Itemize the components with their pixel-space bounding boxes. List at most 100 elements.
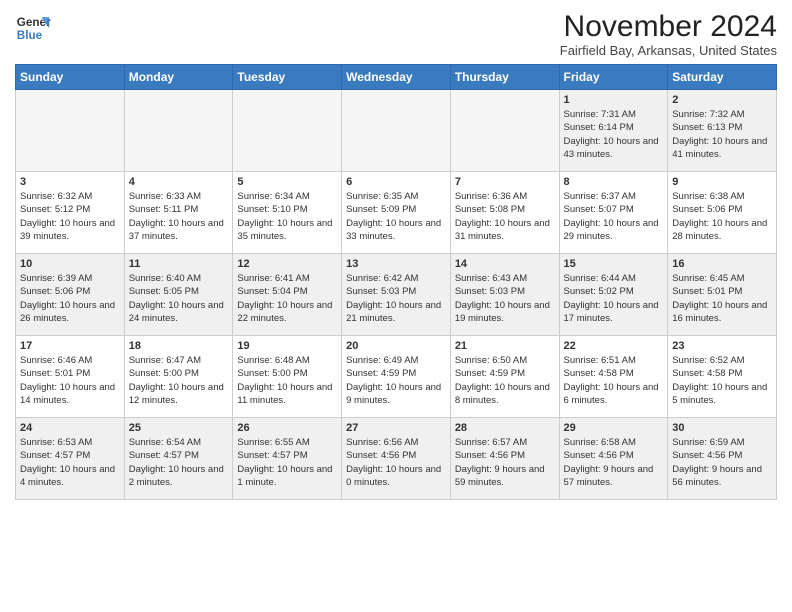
day-info: Sunrise: 6:55 AMSunset: 4:57 PMDaylight:… — [237, 436, 337, 489]
table-row: 14 Sunrise: 6:43 AMSunset: 5:03 PMDayligh… — [450, 254, 559, 336]
day-info: Sunrise: 7:32 AMSunset: 6:13 PMDaylight:… — [672, 108, 772, 161]
table-row: 19 Sunrise: 6:48 AMSunset: 5:00 PMDayligh… — [233, 336, 342, 418]
day-number: 9 — [672, 176, 772, 188]
day-info: Sunrise: 6:44 AMSunset: 5:02 PMDaylight:… — [564, 272, 664, 325]
col-tuesday: Tuesday — [233, 65, 342, 90]
day-number: 8 — [564, 176, 664, 188]
col-thursday: Thursday — [450, 65, 559, 90]
table-row: 11 Sunrise: 6:40 AMSunset: 5:05 PMDayligh… — [124, 254, 233, 336]
location: Fairfield Bay, Arkansas, United States — [560, 43, 777, 58]
day-info: Sunrise: 6:57 AMSunset: 4:56 PMDaylight:… — [455, 436, 555, 489]
table-row: 29 Sunrise: 6:58 AMSunset: 4:56 PMDayligh… — [559, 418, 668, 500]
day-info: Sunrise: 6:53 AMSunset: 4:57 PMDaylight:… — [20, 436, 120, 489]
table-row: 20 Sunrise: 6:49 AMSunset: 4:59 PMDayligh… — [342, 336, 451, 418]
table-row: 6 Sunrise: 6:35 AMSunset: 5:09 PMDaylight… — [342, 172, 451, 254]
day-info: Sunrise: 6:43 AMSunset: 5:03 PMDaylight:… — [455, 272, 555, 325]
table-row: 8Sunrise: 6:37 AMSunset: 5:07 PMDaylight… — [559, 172, 668, 254]
day-info: Sunrise: 6:40 AMSunset: 5:05 PMDaylight:… — [129, 272, 229, 325]
table-row: 22 Sunrise: 6:51 AMSunset: 4:58 PMDayligh… — [559, 336, 668, 418]
day-number: 25 — [129, 422, 229, 434]
day-number: 4 — [129, 176, 229, 188]
table-row: 2 Sunrise: 7:32 AMSunset: 6:13 PMDaylight… — [668, 90, 777, 172]
day-info: Sunrise: 6:36 AMSunset: 5:08 PMDaylight:… — [455, 190, 555, 243]
table-row — [450, 90, 559, 172]
calendar-table: Sunday Monday Tuesday Wednesday Thursday… — [15, 64, 777, 500]
day-info: Sunrise: 6:34 AMSunset: 5:10 PMDaylight:… — [237, 190, 337, 243]
table-row: 12Sunrise: 6:41 AMSunset: 5:04 PMDayligh… — [233, 254, 342, 336]
calendar-week-row: 1 Sunrise: 7:31 AMSunset: 6:14 PMDaylight… — [16, 90, 777, 172]
day-number: 16 — [672, 258, 772, 270]
col-saturday: Saturday — [668, 65, 777, 90]
table-row: 15 Sunrise: 6:44 AMSunset: 5:02 PMDayligh… — [559, 254, 668, 336]
table-row: 9Sunrise: 6:38 AMSunset: 5:06 PMDaylight… — [668, 172, 777, 254]
table-row — [16, 90, 125, 172]
day-info: Sunrise: 6:47 AMSunset: 5:00 PMDaylight:… — [129, 354, 229, 407]
day-info: Sunrise: 7:31 AMSunset: 6:14 PMDaylight:… — [564, 108, 664, 161]
day-number: 21 — [455, 340, 555, 352]
day-info: Sunrise: 6:50 AMSunset: 4:59 PMDaylight:… — [455, 354, 555, 407]
day-number: 19 — [237, 340, 337, 352]
table-row: 13 Sunrise: 6:42 AMSunset: 5:03 PMDayligh… — [342, 254, 451, 336]
day-info: Sunrise: 6:48 AMSunset: 5:00 PMDaylight:… — [237, 354, 337, 407]
day-number: 13 — [346, 258, 446, 270]
table-row: 5 Sunrise: 6:34 AMSunset: 5:10 PMDaylight… — [233, 172, 342, 254]
table-row — [233, 90, 342, 172]
day-number: 29 — [564, 422, 664, 434]
day-number: 3 — [20, 176, 120, 188]
day-info: Sunrise: 6:42 AMSunset: 5:03 PMDaylight:… — [346, 272, 446, 325]
calendar-week-row: 17 Sunrise: 6:46 AMSunset: 5:01 PMDayligh… — [16, 336, 777, 418]
day-info: Sunrise: 6:39 AMSunset: 5:06 PMDaylight:… — [20, 272, 120, 325]
day-info: Sunrise: 6:33 AMSunset: 5:11 PMDaylight:… — [129, 190, 229, 243]
logo: General Blue — [15, 10, 51, 46]
svg-text:Blue: Blue — [17, 29, 43, 42]
table-row: 25 Sunrise: 6:54 AMSunset: 4:57 PMDayligh… — [124, 418, 233, 500]
calendar-week-row: 3 Sunrise: 6:32 AMSunset: 5:12 PMDaylight… — [16, 172, 777, 254]
table-row: 26Sunrise: 6:55 AMSunset: 4:57 PMDayligh… — [233, 418, 342, 500]
table-row: 21 Sunrise: 6:50 AMSunset: 4:59 PMDayligh… — [450, 336, 559, 418]
page-header: General Blue November 2024 Fairfield Bay… — [15, 10, 777, 58]
day-info: Sunrise: 6:49 AMSunset: 4:59 PMDaylight:… — [346, 354, 446, 407]
day-number: 24 — [20, 422, 120, 434]
table-row: 24 Sunrise: 6:53 AMSunset: 4:57 PMDayligh… — [16, 418, 125, 500]
day-number: 7 — [455, 176, 555, 188]
day-number: 12 — [237, 258, 337, 270]
table-row: 10 Sunrise: 6:39 AMSunset: 5:06 PMDayligh… — [16, 254, 125, 336]
day-info: Sunrise: 6:52 AMSunset: 4:58 PMDaylight:… — [672, 354, 772, 407]
col-sunday: Sunday — [16, 65, 125, 90]
day-number: 11 — [129, 258, 229, 270]
table-row: 28Sunrise: 6:57 AMSunset: 4:56 PMDayligh… — [450, 418, 559, 500]
month-title: November 2024 — [560, 10, 777, 43]
day-number: 1 — [564, 94, 664, 106]
calendar-week-row: 24 Sunrise: 6:53 AMSunset: 4:57 PMDayligh… — [16, 418, 777, 500]
table-row: 4 Sunrise: 6:33 AMSunset: 5:11 PMDaylight… — [124, 172, 233, 254]
day-info: Sunrise: 6:58 AMSunset: 4:56 PMDaylight:… — [564, 436, 664, 489]
day-number: 18 — [129, 340, 229, 352]
table-row: 16 Sunrise: 6:45 AMSunset: 5:01 PMDayligh… — [668, 254, 777, 336]
day-info: Sunrise: 6:32 AMSunset: 5:12 PMDaylight:… — [20, 190, 120, 243]
day-info: Sunrise: 6:54 AMSunset: 4:57 PMDaylight:… — [129, 436, 229, 489]
table-row: 3 Sunrise: 6:32 AMSunset: 5:12 PMDaylight… — [16, 172, 125, 254]
table-row: 30 Sunrise: 6:59 AMSunset: 4:56 PMDayligh… — [668, 418, 777, 500]
day-number: 10 — [20, 258, 120, 270]
day-number: 5 — [237, 176, 337, 188]
day-number: 30 — [672, 422, 772, 434]
day-number: 22 — [564, 340, 664, 352]
day-info: Sunrise: 6:59 AMSunset: 4:56 PMDaylight:… — [672, 436, 772, 489]
col-friday: Friday — [559, 65, 668, 90]
table-row: 18 Sunrise: 6:47 AMSunset: 5:00 PMDayligh… — [124, 336, 233, 418]
table-row: 17 Sunrise: 6:46 AMSunset: 5:01 PMDayligh… — [16, 336, 125, 418]
day-number: 15 — [564, 258, 664, 270]
day-number: 2 — [672, 94, 772, 106]
day-info: Sunrise: 6:45 AMSunset: 5:01 PMDaylight:… — [672, 272, 772, 325]
table-row: 1 Sunrise: 7:31 AMSunset: 6:14 PMDaylight… — [559, 90, 668, 172]
day-number: 27 — [346, 422, 446, 434]
day-info: Sunrise: 6:46 AMSunset: 5:01 PMDaylight:… — [20, 354, 120, 407]
day-number: 14 — [455, 258, 555, 270]
table-row: 7 Sunrise: 6:36 AMSunset: 5:08 PMDaylight… — [450, 172, 559, 254]
day-info: Sunrise: 6:51 AMSunset: 4:58 PMDaylight:… — [564, 354, 664, 407]
col-wednesday: Wednesday — [342, 65, 451, 90]
day-number: 17 — [20, 340, 120, 352]
day-info: Sunrise: 6:35 AMSunset: 5:09 PMDaylight:… — [346, 190, 446, 243]
day-number: 6 — [346, 176, 446, 188]
day-number: 20 — [346, 340, 446, 352]
